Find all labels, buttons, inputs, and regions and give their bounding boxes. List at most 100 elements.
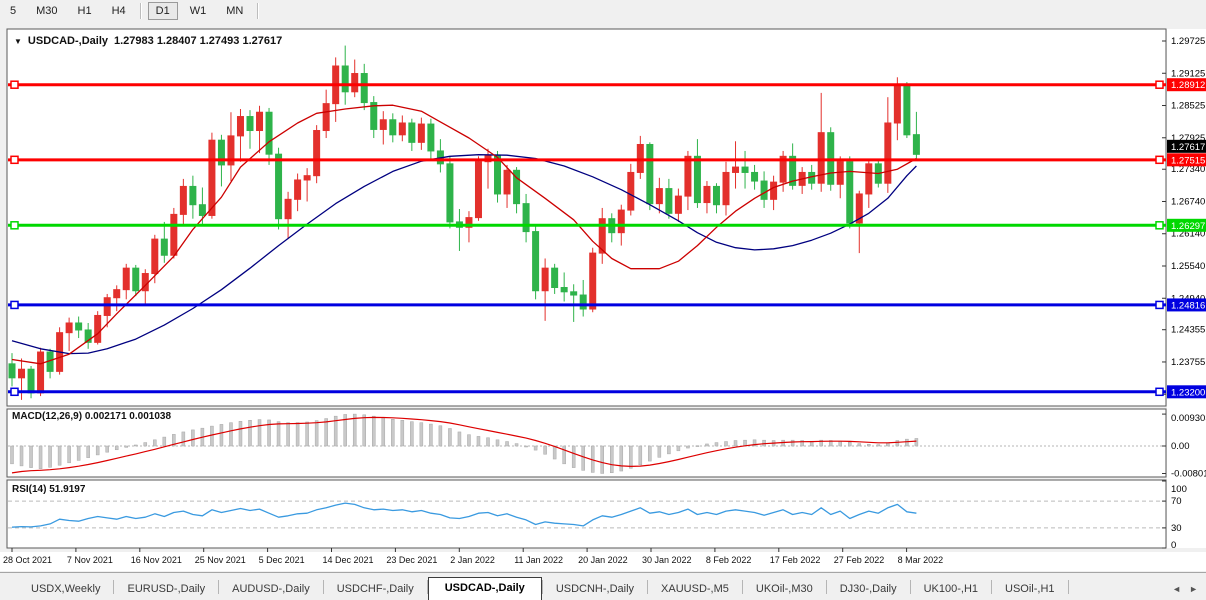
price-axis-label: 1.24355 [1171,325,1205,336]
line-drag-handle[interactable] [1156,81,1163,88]
line-drag-handle[interactable] [1156,156,1163,163]
bull-candle [628,172,634,210]
macd-histogram-bar [915,438,918,446]
line-drag-handle[interactable] [11,81,18,88]
chart-tab-ukoil-m30[interactable]: UKOil-,M30 [743,579,826,600]
chart-tab-dj30-daily[interactable]: DJ30-,Daily [827,579,910,600]
bear-candle [580,295,586,309]
chart-tab-eurusd-daily[interactable]: EURUSD-,Daily [114,579,218,600]
rsi-axis-label: 30 [1171,523,1182,534]
bear-candle [390,120,396,135]
time-axis-label: 30 Jan 2022 [642,555,692,565]
chart-tab-usoil-h1[interactable]: USOil-,H1 [992,579,1068,600]
line-drag-handle[interactable] [11,156,18,163]
macd-histogram-bar [705,444,708,446]
bull-candle [304,176,310,180]
macd-histogram-bar [191,430,194,446]
macd-histogram-bar [106,446,109,452]
macd-histogram-bar [534,446,537,450]
line-drag-handle[interactable] [11,388,18,395]
time-axis-label: 28 Oct 2021 [3,555,52,565]
time-axis-label: 25 Nov 2021 [195,555,246,565]
macd-histogram-bar [391,419,394,446]
macd-histogram-bar [372,416,375,446]
price-axis-label: 1.28525 [1171,101,1205,112]
tab-scroll-right-icon[interactable]: ► [1189,584,1198,594]
bull-candle [257,112,263,130]
macd-histogram-bar [296,423,299,446]
bull-candle [180,186,186,214]
macd-histogram-bar [610,446,613,473]
time-axis-label: 8 Feb 2022 [706,555,752,565]
time-axis-label: 23 Dec 2021 [386,555,437,565]
macd-histogram-bar [553,446,556,459]
chart-symbol-period: USDCAD-,Daily [28,35,108,47]
macd-histogram-bar [715,443,718,446]
macd-histogram-bar [725,442,728,446]
bull-candle [95,315,101,342]
rsi-axis-label: 0 [1171,540,1176,551]
line-drag-handle[interactable] [1156,388,1163,395]
macd-histogram-bar [839,441,842,446]
svg-text:1.26297: 1.26297 [1171,221,1205,232]
tab-scroll-left-icon[interactable]: ◄ [1172,584,1181,594]
line-drag-handle[interactable] [1156,222,1163,229]
bull-candle [418,124,424,142]
macd-histogram-bar [287,423,290,446]
bull-candle [171,214,177,255]
macd-histogram-bar [363,415,366,446]
macd-histogram-bar [515,444,518,446]
level-price-tag: 1.23200 [1167,385,1206,398]
bull-candle [114,290,120,298]
chart-tab-bar: USDX,WeeklyEURUSD-,DailyAUDUSD-,DailyUSD… [0,572,1206,600]
svg-text:1.23200: 1.23200 [1171,387,1205,398]
macd-histogram-bar [11,446,14,464]
chart-tab-audusd-daily[interactable]: AUDUSD-,Daily [219,579,323,600]
bear-candle [447,164,453,222]
bear-candle [276,154,282,219]
bear-candle [552,268,558,287]
bull-candle [285,199,291,218]
rsi-pane[interactable] [7,480,1166,548]
bear-candle [361,74,367,103]
price-axis-label: 1.29725 [1171,36,1205,47]
macd-histogram-bar [734,441,737,446]
bull-candle [19,369,25,378]
macd-histogram-bar [306,422,309,446]
bull-candle [504,170,510,194]
bear-candle [133,268,139,291]
macd-histogram-bar [563,446,566,464]
macd-histogram-bar [220,424,223,446]
chart-tab-usdcad-daily[interactable]: USDCAD-,Daily [428,577,542,600]
time-axis: 28 Oct 20217 Nov 202116 Nov 202125 Nov 2… [0,552,1206,571]
line-drag-handle[interactable] [11,301,18,308]
bull-candle [123,268,129,290]
macd-histogram-bar [658,446,661,457]
bull-candle [733,167,739,172]
chart-tab-usdchf-daily[interactable]: USDCHF-,Daily [324,579,427,600]
chart-tab-usdcnh-daily[interactable]: USDCNH-,Daily [543,579,647,600]
macd-histogram-bar [429,424,432,446]
macd-histogram-bar [258,420,261,446]
macd-histogram-bar [325,419,328,446]
macd-histogram-bar [848,442,851,446]
macd-histogram-bar [896,441,899,446]
line-drag-handle[interactable] [11,222,18,229]
bear-candle [523,204,529,232]
macd-axis-label: -0.008013 [1171,468,1206,479]
line-drag-handle[interactable] [1156,301,1163,308]
chart-tab-xauusd-m5[interactable]: XAUUSD-,M5 [648,579,742,600]
macd-histogram-bar [620,446,623,471]
macd-histogram-bar [229,423,232,446]
bear-candle [9,364,15,378]
macd-histogram-bar [410,422,413,446]
macd-histogram-bar [182,432,185,446]
bear-candle [409,123,415,142]
chart-tab-uk100-h1[interactable]: UK100-,H1 [911,579,991,600]
bull-candle [894,85,900,123]
chart-canvas[interactable]: 1.297251.291251.285251.279251.273401.267… [0,0,1206,572]
bull-candle [323,104,329,131]
level-price-tag: 1.27515 [1167,153,1206,166]
chart-tab-usdx-weekly[interactable]: USDX,Weekly [18,579,113,600]
bull-candle [295,180,301,199]
